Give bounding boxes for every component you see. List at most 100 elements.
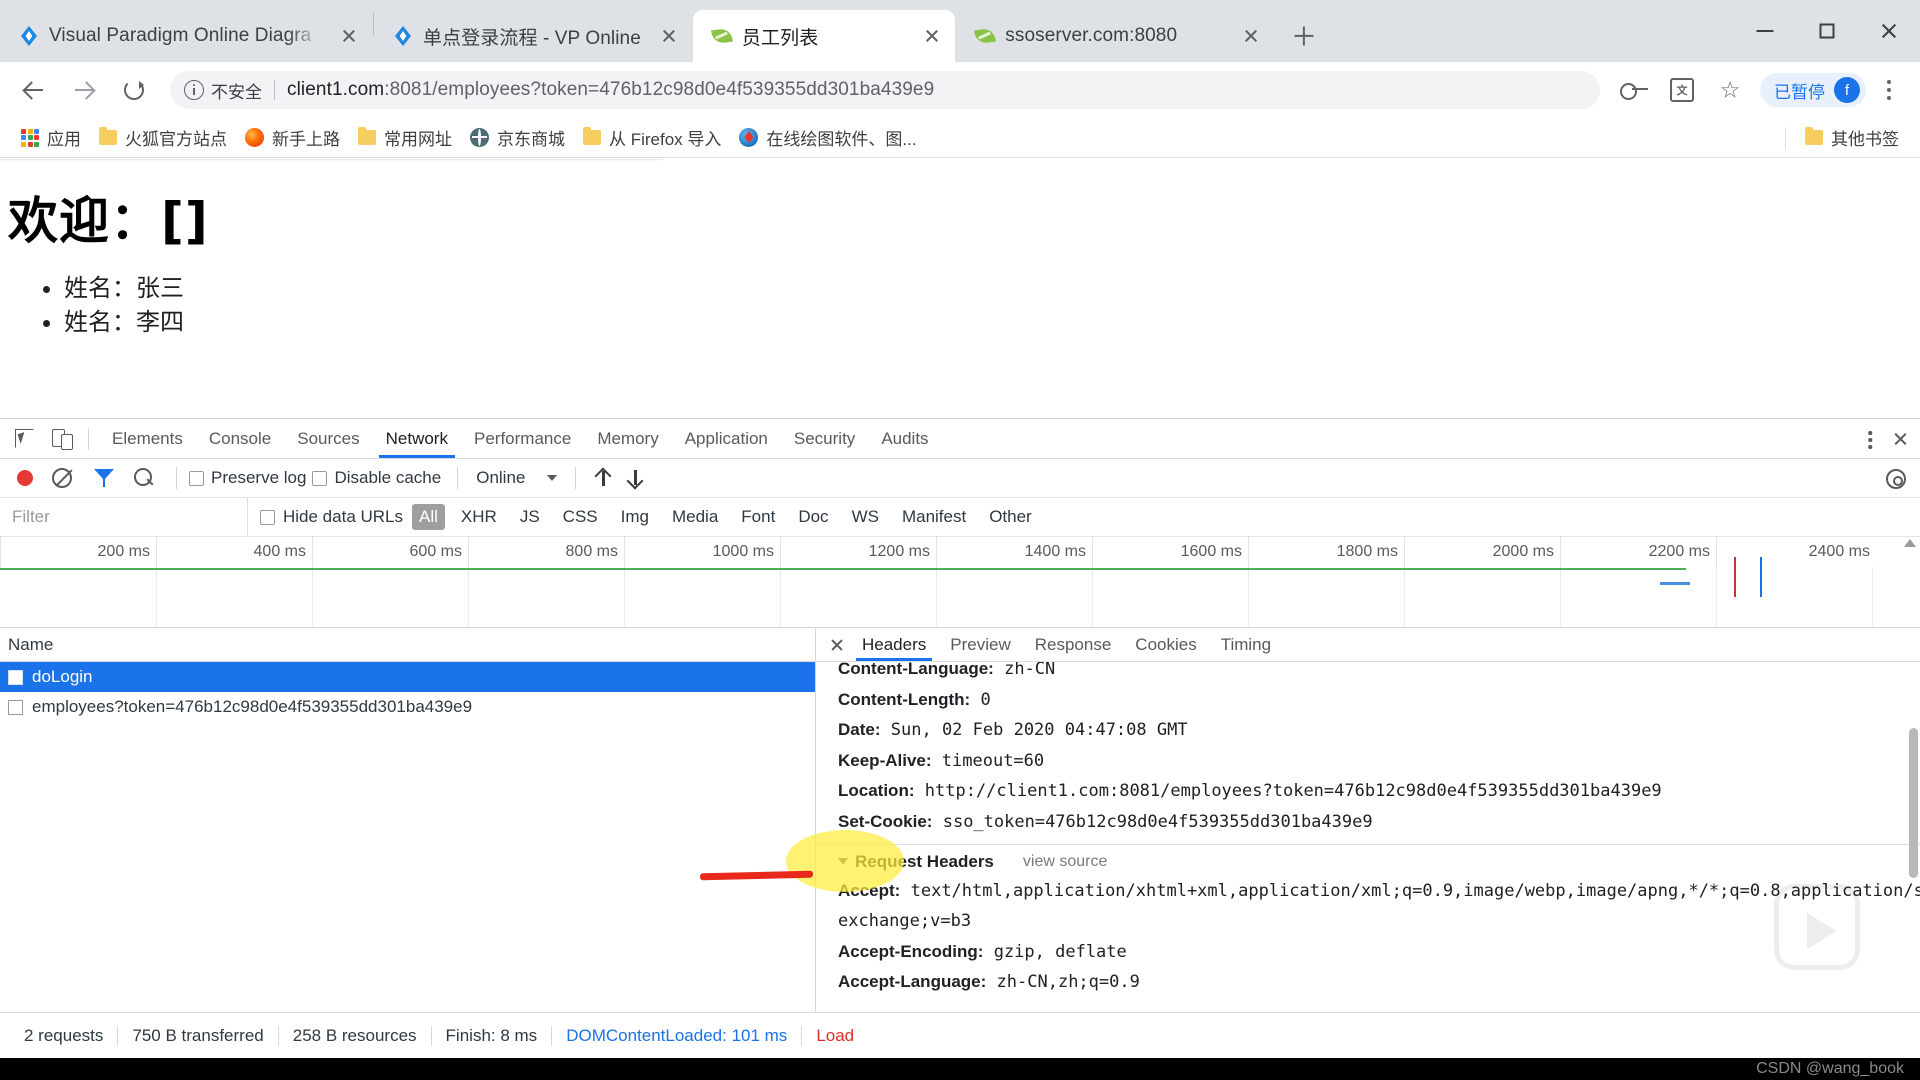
bookmark-firefox-import[interactable]: 从 Firefox 导入 [574,123,730,153]
url-text: client1.com:8081/employees?token=476b12c… [287,79,935,100]
address-bar[interactable]: 不安全 client1.com:8081/employees?token=476… [170,71,1600,109]
info-circle-icon[interactable] [184,80,204,100]
browser-tab-0[interactable]: Visual Paradigm Online Diagra [0,10,372,62]
detail-scrollbar[interactable] [1909,728,1918,878]
browser-tab-1[interactable]: 单点登录流程 - VP Online [374,10,692,62]
bookmark-common-sites[interactable]: 常用网址 [349,123,461,153]
type-filter-doc[interactable]: Doc [791,504,835,530]
browser-toolbar: 不安全 client1.com:8081/employees?token=476… [0,62,1920,118]
password-key-button[interactable] [1612,68,1656,112]
type-filter-js[interactable]: JS [513,504,547,530]
type-filter-ws[interactable]: WS [845,504,886,530]
translate-button[interactable]: 文 [1660,68,1704,112]
bookmark-jd[interactable]: 京东商城 [461,123,574,153]
gear-icon[interactable] [1886,469,1906,489]
hide-data-urls-checkbox[interactable]: Hide data URLs [260,507,403,527]
detail-tab-preview[interactable]: Preview [938,628,1022,661]
close-window-button[interactable] [1858,0,1920,62]
network-body: Name doLogin employees?token=476b12c98d0… [0,628,1920,1013]
table-row[interactable]: doLogin [0,662,815,692]
header-value: gzip, deflate [993,941,1127,962]
folder-icon [99,127,117,145]
browser-tab-2[interactable]: 员工列表 [692,10,956,62]
close-icon[interactable] [919,23,945,49]
bookmark-firefox-site[interactable]: 火狐官方站点 [90,123,236,153]
device-toolbar-button[interactable] [44,423,76,455]
browser-tab-3[interactable]: ssoserver.com:8080 [956,10,1275,62]
bookmark-online-diagram[interactable]: 在线绘图软件、图... [730,123,925,153]
back-button[interactable] [12,68,56,112]
detail-tab-headers[interactable]: Headers [850,628,938,661]
type-filter-manifest[interactable]: Manifest [895,504,973,530]
tab-memory[interactable]: Memory [584,419,671,458]
close-icon[interactable] [1238,23,1264,49]
section-divider [816,843,1920,845]
search-icon[interactable] [134,468,154,488]
tab-sources[interactable]: Sources [284,419,372,458]
import-har-icon[interactable] [594,468,612,488]
tab-performance[interactable]: Performance [461,419,584,458]
network-status-bar: 2 requests 750 B transferred 258 B resou… [0,1012,1920,1058]
type-filter-media[interactable]: Media [665,504,725,530]
disable-cache-checkbox[interactable]: Disable cache [312,468,441,488]
bookmark-other-folder[interactable]: 其他书签 [1796,123,1908,153]
minimize-button[interactable] [1734,0,1796,62]
filter-input[interactable]: Filter [0,498,248,536]
vp-globe-icon [739,128,759,147]
table-row[interactable]: employees?token=476b12c98d0e4f539355dd30… [0,692,815,722]
folder-icon [583,127,601,145]
detail-tab-timing[interactable]: Timing [1209,628,1283,661]
type-filter-font[interactable]: Font [734,504,782,530]
clear-icon[interactable] [52,468,72,488]
detail-tab-cookies[interactable]: Cookies [1123,628,1208,661]
tab-elements[interactable]: Elements [99,419,196,458]
tab-console[interactable]: Console [196,419,284,458]
filter-icon[interactable] [94,469,114,487]
inspect-element-button[interactable] [8,423,40,455]
maximize-button[interactable] [1796,0,1858,62]
detail-tab-response[interactable]: Response [1023,628,1124,661]
request-headers-section-title[interactable]: Request Headers view source [838,852,1920,872]
request-list-header[interactable]: Name [0,628,815,662]
bookmark-apps[interactable]: 应用 [12,123,90,153]
bookmark-getting-started[interactable]: 新手上路 [236,123,349,153]
devtools-menu-button[interactable] [1856,419,1884,459]
checkbox-icon[interactable] [260,509,275,525]
new-tab-button[interactable] [1283,15,1325,57]
timeline-ticks: 200 ms 400 ms 600 ms 800 ms 1000 ms 1200… [0,537,1920,567]
profile-paused-pill[interactable]: 已暂停 f [1760,73,1866,107]
close-icon[interactable] [336,23,362,49]
request-name: employees?token=476b12c98d0e4f539355dd30… [32,697,473,716]
export-har-icon[interactable] [626,468,644,488]
view-source-link[interactable]: view source [1023,853,1107,871]
checkbox-icon[interactable] [312,470,328,486]
tab-application[interactable]: Application [672,419,781,458]
type-filter-all[interactable]: All [412,504,445,530]
tab-security[interactable]: Security [781,419,868,458]
arrow-left-icon [24,80,44,100]
type-filter-img[interactable]: Img [614,504,656,530]
bookmark-star-button[interactable]: ☆ [1708,68,1752,112]
type-filter-xhr[interactable]: XHR [454,504,504,530]
browser-menu-button[interactable] [1870,68,1908,112]
bookmark-label: 新手上路 [272,130,340,149]
header-value: text/html,application/xhtml+xml,applicat… [910,880,1920,901]
record-icon[interactable] [17,470,33,486]
devtools-close-button[interactable] [1884,419,1916,459]
type-filter-css[interactable]: CSS [556,504,605,530]
reload-button[interactable] [112,68,156,112]
checkbox-icon[interactable] [189,470,204,486]
throttling-select[interactable]: Online [470,468,563,488]
detail-close-button[interactable] [824,632,850,658]
preserve-log-checkbox[interactable]: Preserve log [189,468,306,488]
hide-data-urls-label: Hide data URLs [283,507,404,526]
timeline-bands [0,567,1920,627]
tab-audits[interactable]: Audits [868,419,941,458]
timeline-scroll-icon[interactable] [1904,539,1916,547]
close-icon[interactable] [656,23,682,49]
forward-button[interactable] [62,68,106,112]
tab-network[interactable]: Network [373,419,461,458]
header-value: zh-CN [1004,662,1056,679]
network-timeline-overview[interactable]: 200 ms 400 ms 600 ms 800 ms 1000 ms 1200… [0,537,1920,628]
type-filter-other[interactable]: Other [982,504,1039,530]
